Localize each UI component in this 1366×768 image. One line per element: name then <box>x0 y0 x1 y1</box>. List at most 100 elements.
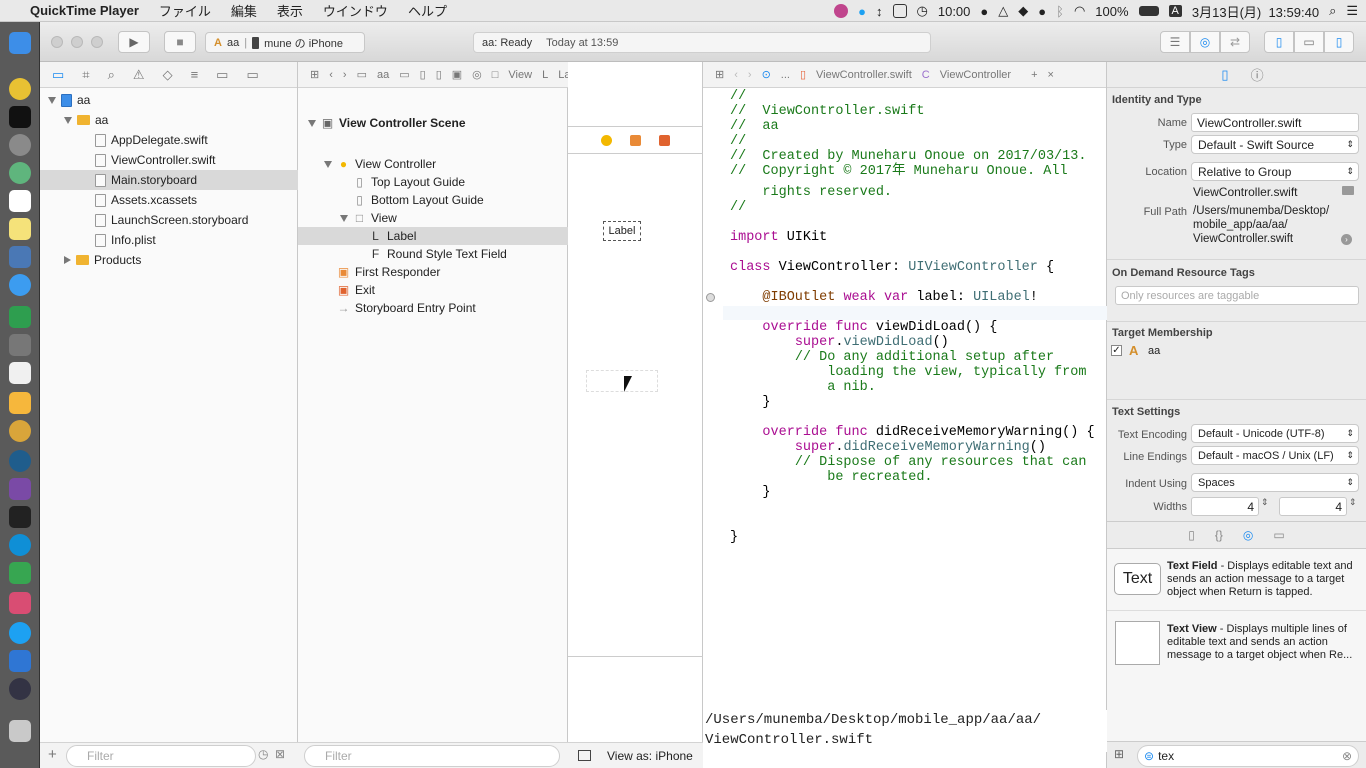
outline-item[interactable]: ▣ View Controller Scene <box>298 114 568 132</box>
dock-skype-icon[interactable] <box>9 534 31 556</box>
outlet-connection-dot[interactable] <box>706 293 715 302</box>
disclosure-triangle-icon[interactable] <box>324 160 332 168</box>
canvas-label[interactable]: Label <box>603 221 641 241</box>
menu-help[interactable]: ヘルプ <box>398 1 457 20</box>
disclosure-triangle-icon[interactable] <box>64 116 72 124</box>
file-template-icon[interactable]: ▯ <box>1188 528 1195 542</box>
type-select[interactable]: Default - Swift Source ⇕ <box>1191 135 1359 154</box>
navigator-item[interactable]: aa <box>40 110 298 130</box>
editor-crumb-file[interactable]: ViewController.swift <box>816 69 912 81</box>
forward-icon[interactable]: › <box>343 69 347 81</box>
dock-preferences-icon[interactable] <box>9 334 31 356</box>
outline-item[interactable]: ▣ Exit <box>298 281 568 299</box>
indent-using-select[interactable]: Spaces ⇕ <box>1191 473 1359 492</box>
indent-width-field[interactable]: 4 <box>1279 497 1347 516</box>
dock-atom-icon[interactable] <box>9 162 31 184</box>
outline-item[interactable]: ▣ First Responder <box>298 263 568 281</box>
library-item-text-view[interactable]: Text View - Displays multiple lines of e… <box>1107 617 1366 679</box>
drive-icon[interactable]: △ <box>998 3 1008 19</box>
storyboard-canvas[interactable]: Label View as: iPhone <box>568 62 703 768</box>
toggle-outline-icon[interactable] <box>578 750 591 761</box>
related-items-icon[interactable]: ⊞ <box>310 68 319 81</box>
menubar-clock-small[interactable]: 10:00 <box>938 4 971 19</box>
navigator-item[interactable]: Main.storyboard <box>40 170 298 190</box>
related-items-icon[interactable]: ⊞ <box>715 68 724 81</box>
version-editor-button[interactable]: ⇄ <box>1220 31 1250 53</box>
toggle-navigator-button[interactable]: ▯ <box>1264 31 1294 53</box>
dock-sourcetree-icon[interactable] <box>9 450 31 472</box>
forward-icon[interactable]: › <box>748 69 752 81</box>
dock-sketch-icon[interactable] <box>9 392 31 414</box>
tab-width-stepper[interactable]: ⇕ <box>1261 497 1269 508</box>
indent-width-stepper[interactable]: ⇕ <box>1349 497 1357 508</box>
dock-evernote-icon[interactable] <box>9 562 31 584</box>
editor-crumb-class[interactable]: ViewController <box>940 69 1011 81</box>
dock-github-icon[interactable] <box>9 478 31 500</box>
outline-item[interactable]: F Round Style Text Field <box>298 245 568 263</box>
choose-folder-icon[interactable] <box>1342 186 1354 195</box>
menubar-datetime[interactable]: 3月13日(月) 13:59:40 <box>1192 2 1319 21</box>
disclosure-triangle-icon[interactable] <box>48 96 56 104</box>
library-item-text-field[interactable]: Text Text Field - Displays editable text… <box>1107 549 1366 611</box>
hat-icon[interactable]: ● <box>980 4 988 19</box>
dock-textedit-icon[interactable] <box>9 362 31 384</box>
media-library-icon[interactable]: ▭ <box>1273 528 1284 542</box>
debug-icon[interactable]: ≡ <box>191 67 199 82</box>
navigator-item[interactable]: aa <box>40 90 298 110</box>
source-control-icon[interactable]: ⌗ <box>82 67 89 83</box>
code-snippet-icon[interactable]: {} <box>1215 528 1223 542</box>
close-editor-icon[interactable]: × <box>1048 69 1054 81</box>
line-endings-select[interactable]: Default - macOS / Unix (LF) ⇕ <box>1191 446 1359 465</box>
zoom-window-button[interactable] <box>91 36 103 48</box>
stop-button[interactable]: ■ <box>164 31 196 53</box>
quick-help-icon[interactable]: ⓘ <box>1251 65 1264 84</box>
folder-nav-icon[interactable]: ▭ <box>52 67 64 83</box>
standard-editor-button[interactable]: ☰ <box>1160 31 1190 53</box>
minimize-window-button[interactable] <box>71 36 83 48</box>
spotlight-icon[interactable]: ⌕ <box>1329 3 1336 19</box>
dock-quicktime-icon[interactable] <box>9 678 31 700</box>
exit-icon[interactable] <box>659 134 670 146</box>
navigator-item[interactable]: ViewController.swift <box>40 150 298 170</box>
dock-sequel-icon[interactable] <box>9 420 31 442</box>
dock-terminal-icon[interactable] <box>9 106 31 128</box>
location-select[interactable]: Relative to Group ⇕ <box>1191 162 1359 181</box>
odr-tags-field[interactable]: Only resources are taggable <box>1115 286 1359 305</box>
outline-item[interactable]: ● View Controller <box>298 155 568 173</box>
report-icon[interactable]: ▭ <box>246 67 258 83</box>
view-as-device[interactable]: View as: iPhone <box>607 749 693 763</box>
run-button[interactable]: ▶ <box>118 31 150 53</box>
menu-window[interactable]: ウインドウ <box>313 1 398 20</box>
outline-item[interactable]: □ View <box>298 209 568 227</box>
disclosure-triangle-icon[interactable] <box>64 256 71 264</box>
outline-filter-input[interactable]: Filter <box>304 745 560 767</box>
dock-slack-icon[interactable] <box>9 592 31 614</box>
tab-width-field[interactable]: 4 <box>1191 497 1259 516</box>
dock-alfred-icon[interactable] <box>9 506 31 528</box>
breakpoint-icon[interactable]: ▭ <box>216 67 228 83</box>
outline-crumb-view[interactable]: View <box>508 69 532 81</box>
name-field[interactable]: ViewController.swift <box>1191 113 1359 132</box>
wifi-icon[interactable]: ◠ <box>1074 3 1085 19</box>
close-window-button[interactable] <box>51 36 63 48</box>
disclosure-triangle-icon[interactable] <box>308 119 316 127</box>
disclosure-triangle-icon[interactable] <box>340 214 348 222</box>
navigator-item[interactable]: Products <box>40 250 298 270</box>
twitter-icon[interactable]: ● <box>858 4 866 19</box>
dock-calendar-icon[interactable] <box>9 190 31 212</box>
find-icon[interactable]: ⌕ <box>108 67 115 83</box>
navigator-item[interactable]: AppDelegate.swift <box>40 130 298 150</box>
first-responder-icon[interactable] <box>630 134 641 146</box>
app-menu[interactable]: QuickTime Player <box>20 3 149 18</box>
navigator-item[interactable]: Assets.xcassets <box>40 190 298 210</box>
outline-item[interactable]: L Label <box>298 227 568 245</box>
library-search-input[interactable]: ⊜ tex ⊗ <box>1137 745 1359 767</box>
issue-icon[interactable]: ⚠ <box>133 67 145 83</box>
outline-item[interactable]: ▯ Bottom Layout Guide <box>298 191 568 209</box>
outline-crumb-project[interactable]: aa <box>377 69 389 81</box>
dock-finder-icon[interactable] <box>9 32 31 54</box>
dock-messages-icon[interactable] <box>9 274 31 296</box>
recent-files-icon[interactable]: ◷ <box>258 747 268 761</box>
input-method-icon[interactable]: A <box>1168 5 1182 17</box>
test-icon[interactable]: ◇ <box>163 67 173 83</box>
